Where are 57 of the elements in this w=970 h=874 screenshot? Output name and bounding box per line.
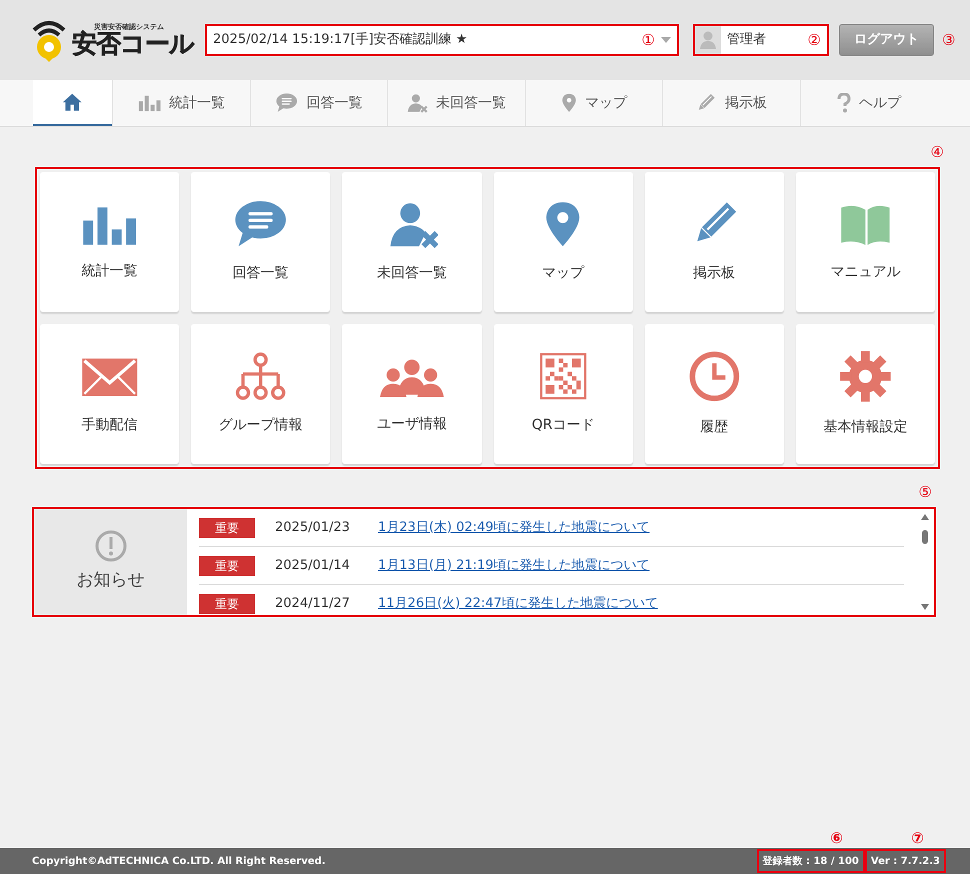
map-pin-icon (560, 93, 577, 113)
exclamation-circle-icon (94, 530, 126, 562)
menu-tile[interactable]: マップ (494, 172, 633, 312)
nav-tab[interactable] (33, 80, 112, 126)
menu-tile[interactable]: 掲示板 (644, 172, 784, 312)
registered-count: 登録者数 : 18 / 100 (762, 854, 859, 868)
callout-number: ③ (942, 32, 956, 48)
importance-tag: 重要 (199, 594, 255, 614)
logo-text: 安否コール (72, 31, 194, 56)
gear-icon (839, 350, 892, 403)
notice-link[interactable]: 1月23日(木) 02:49頃に発生した地震について (378, 518, 650, 538)
qr-code-icon (538, 352, 588, 401)
user-avatar-icon (700, 31, 716, 49)
nav-tab[interactable]: 統計一覧 (112, 80, 250, 126)
menu-tile[interactable]: マニュアル (796, 172, 935, 312)
menu-tile[interactable]: QRコード (494, 324, 633, 464)
question-icon (836, 93, 851, 113)
menu-tile[interactable]: 基本情報設定 (796, 324, 935, 464)
notice-date: 2024/11/27 (275, 594, 351, 613)
scrollbar[interactable] (920, 512, 930, 612)
user-name: 管理者 (727, 31, 767, 50)
menu-tile[interactable]: グループ情報 (191, 324, 330, 464)
callout-number: ② (808, 32, 821, 48)
caret-icon (661, 37, 671, 43)
menu-tile[interactable]: 履歴 (644, 324, 784, 464)
importance-tag: 重要 (199, 518, 255, 538)
menu-tile[interactable]: ユーザ情報 (342, 324, 482, 464)
nav-tab[interactable]: 未回答一覧 (387, 80, 524, 126)
menu-tile[interactable]: 統計一覧 (40, 172, 180, 312)
speech-bubble-icon (275, 93, 298, 113)
notice-link[interactable]: 11月26日(火) 22:47頃に発生した地震について (378, 594, 658, 614)
nav-tab[interactable]: マップ (524, 80, 662, 126)
logo-icon (30, 18, 68, 62)
callout-number: ⑥ (830, 831, 843, 846)
callout-number: ① (642, 32, 655, 48)
notice-date: 2025/01/23 (275, 518, 351, 537)
menu-tile[interactable]: 未回答一覧 (342, 172, 482, 312)
event-select[interactable]: 2025/02/14 15:19:17[手]安否確認訓練 ★ ① (205, 24, 679, 56)
menu-tile[interactable]: 手動配信 (40, 324, 180, 464)
bar-chart-icon (138, 94, 161, 112)
notice-title: お知らせ (76, 569, 144, 592)
menu-tile[interactable]: 回答一覧 (191, 172, 330, 312)
importance-tag: 重要 (199, 556, 255, 576)
person-cross-icon (406, 93, 428, 113)
callout-number: ④ (930, 145, 944, 160)
callout-number: ⑦ (911, 831, 924, 846)
home-icon (62, 92, 83, 112)
notice-date: 2025/01/14 (275, 556, 351, 575)
clock-icon (688, 350, 741, 403)
nav-tab[interactable]: 掲示板 (662, 80, 800, 126)
notice-link[interactable]: 1月13日(月) 21:19頃に発生した地震について (378, 556, 650, 576)
nav-tab[interactable]: ヘルプ (800, 80, 937, 126)
copyright-text: Copyright©AdTECHNICA Co.LTD. All Right Reserved. (32, 854, 326, 868)
version-text: Ver : 7.7.2.3 (870, 854, 940, 868)
event-select-value: 2025/02/14 15:19:17[手]安否確認訓練 ★ (213, 31, 468, 50)
nav-tab[interactable]: 回答一覧 (250, 80, 387, 126)
callout-number: ⑤ (918, 485, 932, 500)
